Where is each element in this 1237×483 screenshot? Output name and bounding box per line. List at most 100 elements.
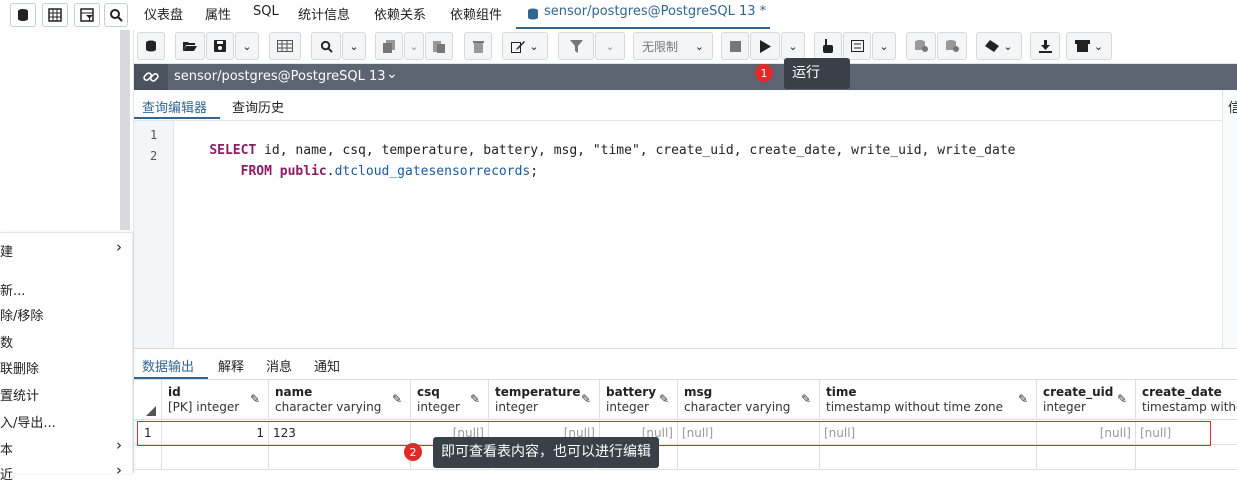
sidebar-scrollbar[interactable] xyxy=(120,30,130,230)
filter-table-icon-button[interactable] xyxy=(74,3,100,27)
sql-keyword: public xyxy=(279,164,327,179)
context-menu xyxy=(0,232,132,473)
output-tab-data[interactable]: 数据输出 xyxy=(142,356,194,375)
sql-editor[interactable]: SELECT id, name, csq, temperature, batte… xyxy=(174,121,1222,348)
menu-item-reset-stats[interactable]: 置统计 xyxy=(0,385,39,404)
tab-query-active[interactable]: sensor/postgres@PostgreSQL 13 * xyxy=(516,0,770,29)
annotation-badge-2: 2 xyxy=(404,443,422,461)
tab-dependencies[interactable]: 依赖关系 xyxy=(374,4,426,23)
delete-button[interactable] xyxy=(464,32,492,60)
run-button[interactable] xyxy=(750,32,780,60)
paste-button[interactable] xyxy=(425,32,453,60)
tab-dependents[interactable]: 依赖组件 xyxy=(450,4,502,23)
column-header-csq[interactable]: csq integer ✎ xyxy=(411,380,489,420)
right-panel-tab-char[interactable]: 信 xyxy=(1228,97,1237,116)
database-icon-button[interactable] xyxy=(10,3,36,27)
tab-dashboard[interactable]: 仪表盘 xyxy=(144,4,183,23)
pencil-icon[interactable]: ✎ xyxy=(392,392,402,406)
menu-item-refresh[interactable]: 新... xyxy=(0,280,25,299)
corner-triangle-icon xyxy=(146,406,156,416)
table-icon-button[interactable] xyxy=(42,3,68,27)
column-header-msg[interactable]: msg character varying ✎ xyxy=(678,380,820,420)
run-dropdown-button[interactable]: ⌄ xyxy=(781,32,805,60)
tab-properties[interactable]: 属性 xyxy=(205,4,231,23)
editor-tab-query[interactable]: 查询编辑器 xyxy=(142,97,207,116)
pencil-icon[interactable]: ✎ xyxy=(659,392,669,406)
download-button[interactable] xyxy=(1030,32,1060,60)
table-icon xyxy=(48,8,62,22)
pencil-icon[interactable]: ✎ xyxy=(470,392,480,406)
folder-open-icon xyxy=(183,42,197,51)
find-dropdown-button[interactable]: ⌄ xyxy=(342,32,366,60)
run-tooltip: 运行 xyxy=(784,58,850,89)
filter-button[interactable] xyxy=(558,32,594,60)
output-tab-explain[interactable]: 解释 xyxy=(218,356,244,375)
right-panel-edge xyxy=(1222,90,1237,348)
menu-item-scripts[interactable]: 本 xyxy=(0,439,13,458)
select-all-cell[interactable] xyxy=(134,380,162,420)
copy-dropdown-button[interactable]: ⌄ xyxy=(404,32,424,60)
pencil-icon[interactable]: ✎ xyxy=(801,392,811,406)
menu-item-count[interactable]: 数 xyxy=(0,332,13,351)
column-header-create-date[interactable]: create_date timestamp without time zone xyxy=(1136,380,1237,420)
chevron-down-icon: ⌄ xyxy=(605,39,615,53)
sql-line-2: FROM public.dtcloud_gatesensorrecords; xyxy=(178,149,538,194)
menu-item-cascade-delete[interactable]: 联删除 xyxy=(0,358,39,377)
connection-status-button[interactable] xyxy=(137,32,165,60)
output-tab-notifications[interactable]: 通知 xyxy=(314,356,340,375)
empty-cell xyxy=(162,446,269,470)
tab-statistics[interactable]: 统计信息 xyxy=(298,4,350,23)
search-icon-button[interactable] xyxy=(104,3,128,27)
sql-dot: . xyxy=(326,164,335,179)
save-dropdown-button[interactable]: ⌄ xyxy=(235,32,259,60)
pencil-icon[interactable]: ✎ xyxy=(250,392,260,406)
search-icon xyxy=(110,9,123,22)
menu-item-delete[interactable]: 除/移除 xyxy=(0,305,43,324)
chevron-down-icon: ⌄ xyxy=(788,39,798,53)
connection-label[interactable]: sensor/postgres@PostgreSQL 13 xyxy=(174,69,386,84)
open-file-button[interactable] xyxy=(175,32,205,60)
edit-filter-grid-button[interactable] xyxy=(269,32,301,60)
column-name: time xyxy=(826,385,857,399)
column-header-name[interactable]: name character varying ✎ xyxy=(269,380,411,420)
sql-indent xyxy=(209,164,240,179)
rollback-button[interactable] xyxy=(937,32,967,60)
menu-item-import-export[interactable]: 入/导出... xyxy=(0,412,56,431)
editor-tab-history[interactable]: 查询历史 xyxy=(232,97,284,116)
explain-analyze-button[interactable] xyxy=(843,32,871,60)
stop-icon xyxy=(729,40,741,52)
explain-button[interactable] xyxy=(814,32,842,60)
save-file-button[interactable] xyxy=(206,32,234,60)
stop-button[interactable] xyxy=(721,32,749,60)
pencil-icon[interactable]: ✎ xyxy=(1018,392,1028,406)
column-header-battery[interactable]: battery integer ✎ xyxy=(600,380,678,420)
column-header-create-uid[interactable]: create_uid integer ✎ xyxy=(1037,380,1136,420)
output-tab-messages[interactable]: 消息 xyxy=(266,356,292,375)
edit-button[interactable]: ⌄ xyxy=(502,32,548,60)
chevron-down-icon: ⌄ xyxy=(1003,39,1013,53)
column-type: timestamp without time zone xyxy=(826,400,1004,414)
clear-button[interactable]: ⌄ xyxy=(976,32,1022,60)
hand-pointer-icon xyxy=(823,39,833,53)
explain-dropdown-button[interactable]: ⌄ xyxy=(872,32,896,60)
column-header-temperature[interactable]: temperature integer ✎ xyxy=(489,380,600,420)
find-button[interactable] xyxy=(311,32,341,60)
column-header-id[interactable]: id [PK] integer ✎ xyxy=(162,380,269,420)
chevron-right-icon: › xyxy=(116,461,122,479)
macros-button[interactable]: ⌄ xyxy=(1066,32,1112,60)
filter-dropdown-button[interactable]: ⌄ xyxy=(595,32,625,60)
copy-button[interactable] xyxy=(375,32,403,60)
sql-space xyxy=(272,164,280,179)
row-limit-select[interactable]: 无限制 ⌄ xyxy=(633,32,713,60)
empty-cell xyxy=(678,446,820,470)
save-icon xyxy=(214,40,226,52)
tab-sql[interactable]: SQL xyxy=(253,4,279,19)
menu-item-create[interactable]: 建 xyxy=(0,241,13,260)
pencil-icon[interactable]: ✎ xyxy=(1117,392,1127,406)
filter-icon xyxy=(569,39,583,53)
commit-button[interactable] xyxy=(906,32,936,60)
menu-item-recent[interactable]: 近 xyxy=(0,464,13,483)
pencil-icon[interactable]: ✎ xyxy=(581,392,591,406)
column-header-time[interactable]: time timestamp without time zone ✎ xyxy=(820,380,1037,420)
row-limit-value: 无限制 xyxy=(642,39,679,54)
